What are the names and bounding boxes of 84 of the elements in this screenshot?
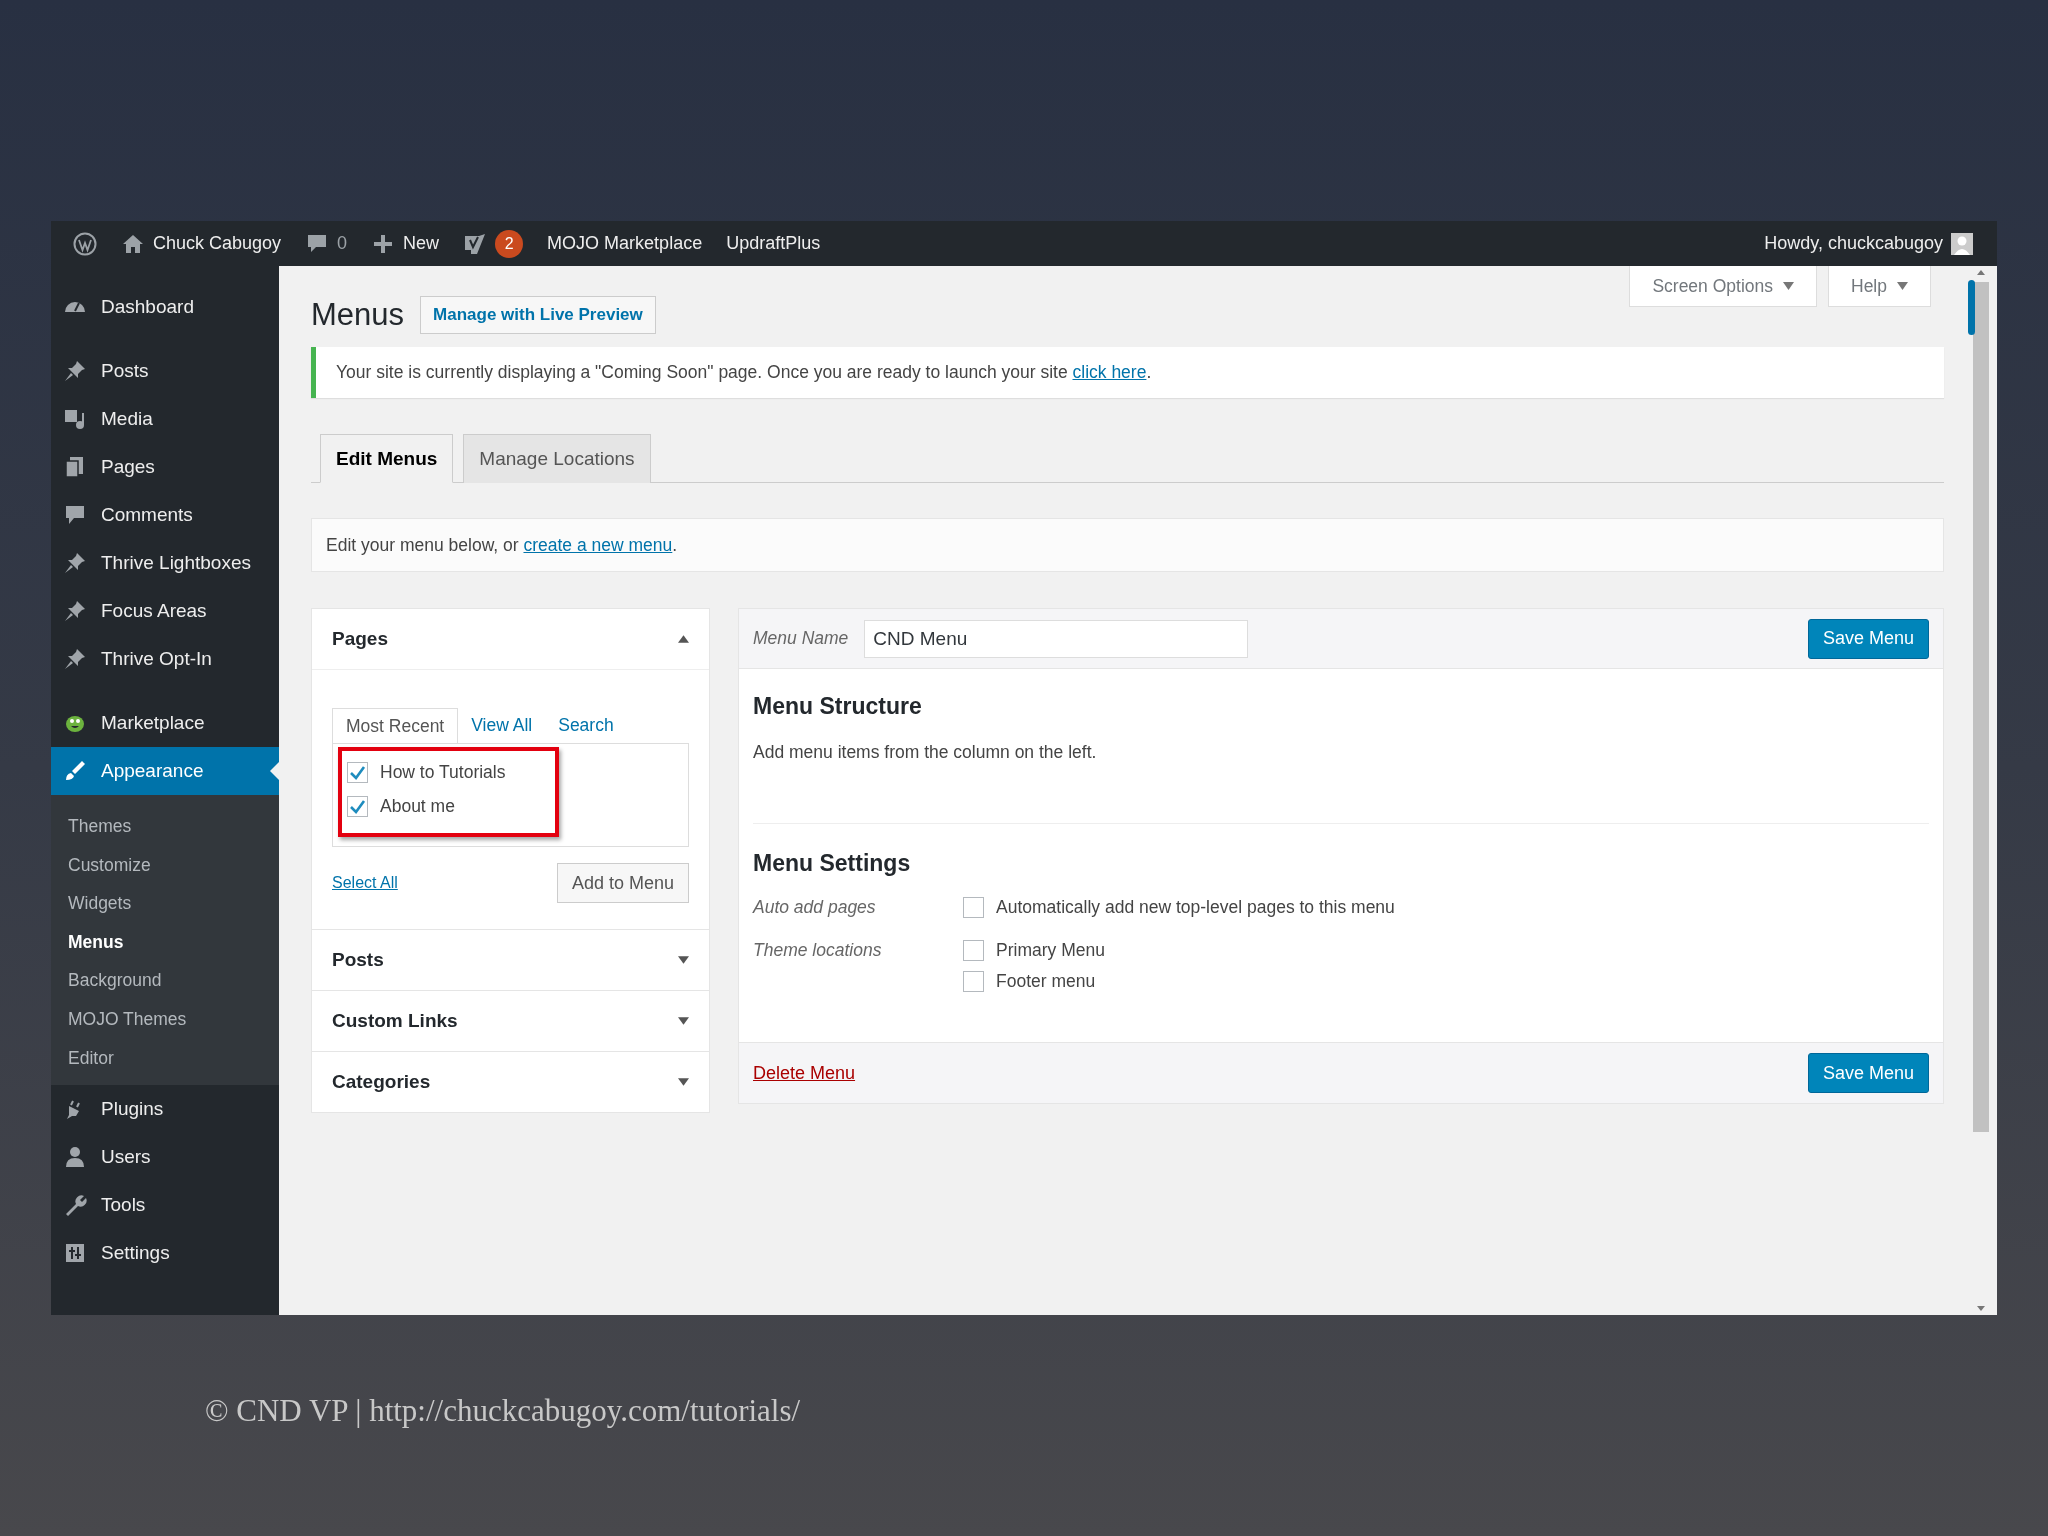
screen-meta-tab[interactable]: Screen Options: [1629, 266, 1817, 307]
admin-bar-link[interactable]: MOJO Marketplace: [535, 221, 715, 266]
checkbox-label: How to Tutorials: [380, 762, 506, 783]
new-content-link[interactable]: New: [359, 221, 452, 266]
sidebar-item[interactable]: Media: [51, 395, 279, 443]
submenu-item[interactable]: MOJO Themes: [51, 999, 279, 1039]
submenu-item[interactable]: Menus: [51, 922, 279, 962]
submenu-item[interactable]: Editor: [51, 1038, 279, 1078]
tab[interactable]: Edit Menus: [320, 434, 454, 483]
tab[interactable]: Most Recent: [332, 708, 459, 744]
sidebar-item[interactable]: Tools: [51, 1181, 279, 1230]
caret-icon: [1783, 282, 1794, 290]
admin-bar-link[interactable]: UpdraftPlus: [714, 221, 833, 266]
edit-prompt-text: Edit your menu below, or create a new menu.: [326, 534, 678, 556]
pin-icon: [63, 599, 87, 623]
page-title: Menus: [311, 297, 405, 333]
section-heading: Menu Structure: [753, 693, 923, 720]
current-item-pointer: [270, 762, 279, 780]
scrollbar-thumb[interactable]: [1973, 282, 1989, 1132]
delete-menu-link[interactable]: Delete Menu: [753, 1062, 856, 1084]
tab[interactable]: View All: [458, 708, 546, 743]
slide-caption: © CND VP | http://chuckcabugoy.com/tutorials/: [205, 1393, 802, 1429]
screen-meta-tab[interactable]: Help: [1828, 266, 1931, 307]
notification-badge: 2: [495, 229, 524, 258]
wordpress-logo-icon: [73, 231, 97, 256]
add-to-menu-button[interactable]: Add to Menu: [556, 863, 689, 903]
sidebar-item[interactable]: Appearance: [51, 747, 279, 795]
user-icon: [63, 1145, 87, 1170]
sidebar-item[interactable]: Thrive Lightboxes: [51, 539, 279, 587]
pin-icon: [63, 551, 87, 575]
checkbox-label: Footer menu: [996, 971, 1096, 992]
tab[interactable]: Manage Locations: [463, 434, 651, 483]
submenu-item[interactable]: Themes: [51, 807, 279, 846]
section-heading: Menu Settings: [753, 850, 912, 877]
caret-icon: [1897, 282, 1908, 290]
caret-up-icon: [678, 635, 689, 643]
check-icon: [349, 765, 366, 780]
checkbox-label: Automatically add new top-level pages to this menu: [996, 897, 1395, 918]
checkbox-label: About me: [380, 796, 455, 817]
submenu-item[interactable]: Background: [51, 961, 279, 1000]
sidebar-item[interactable]: Dashboard: [51, 283, 279, 331]
save-menu-button[interactable]: Save Menu: [1807, 1053, 1929, 1093]
sidebar-item[interactable]: Comments: [51, 491, 279, 539]
notice-message: Your site is currently displaying a "Coming Soon" page. Once you are ready to launch your site click here.: [336, 362, 1152, 383]
checkbox[interactable]: [963, 971, 984, 992]
checkbox[interactable]: [347, 796, 368, 817]
account-menu[interactable]: Howdy, chuckcabugoy: [1752, 221, 1985, 266]
check-icon: [349, 799, 366, 814]
field-label: Menu Name: [753, 628, 849, 649]
checkbox[interactable]: [963, 940, 984, 961]
media-icon: [63, 407, 87, 431]
caret-down-icon: [678, 1017, 689, 1025]
menu-name-field[interactable]: CND Menu: [864, 619, 1249, 658]
seo-menu-link[interactable]: 2: [451, 221, 536, 266]
caret-down-icon: [678, 1078, 689, 1086]
checkbox[interactable]: [347, 762, 368, 783]
sidebar-item[interactable]: Settings: [51, 1229, 279, 1278]
sidebar-item[interactable]: Posts: [51, 347, 279, 395]
live-preview-button[interactable]: Manage with Live Preview: [420, 296, 656, 334]
sidebar-item[interactable]: Users: [51, 1133, 279, 1182]
pin-icon: [63, 647, 87, 671]
comments-link[interactable]: 0: [293, 221, 360, 266]
save-menu-button[interactable]: Save Menu: [1807, 618, 1929, 659]
select-all-link[interactable]: Select All: [332, 874, 398, 892]
setting-label: Theme locations: [753, 940, 883, 962]
submenu-item[interactable]: Widgets: [51, 884, 279, 923]
sidebar-item[interactable]: Plugins: [51, 1085, 279, 1134]
checkbox-label: Primary Menu: [996, 940, 1105, 961]
launch-link[interactable]: click here: [1072, 362, 1147, 382]
create-menu-link[interactable]: create a new menu: [523, 534, 673, 555]
checkbox[interactable]: [963, 897, 984, 918]
caret-down-icon: [678, 956, 689, 964]
seo-icon: [463, 231, 488, 256]
submenu-item[interactable]: Customize: [51, 845, 279, 885]
sidebar-item[interactable]: Focus Areas: [51, 587, 279, 635]
sidebar-item[interactable]: Marketplace: [51, 699, 279, 747]
setting-label: Auto add pages: [753, 897, 877, 918]
pin-icon: [63, 359, 87, 383]
paintbrush-icon: [63, 759, 87, 783]
site-name-link[interactable]: Chuck Cabugoy: [109, 221, 294, 266]
hint-text: Add menu items from the column on the left.: [753, 742, 1098, 763]
sidebar-item[interactable]: Pages: [51, 443, 279, 491]
sidebar-item[interactable]: Thrive Opt-In: [51, 635, 279, 683]
tab[interactable]: Search: [545, 708, 627, 743]
